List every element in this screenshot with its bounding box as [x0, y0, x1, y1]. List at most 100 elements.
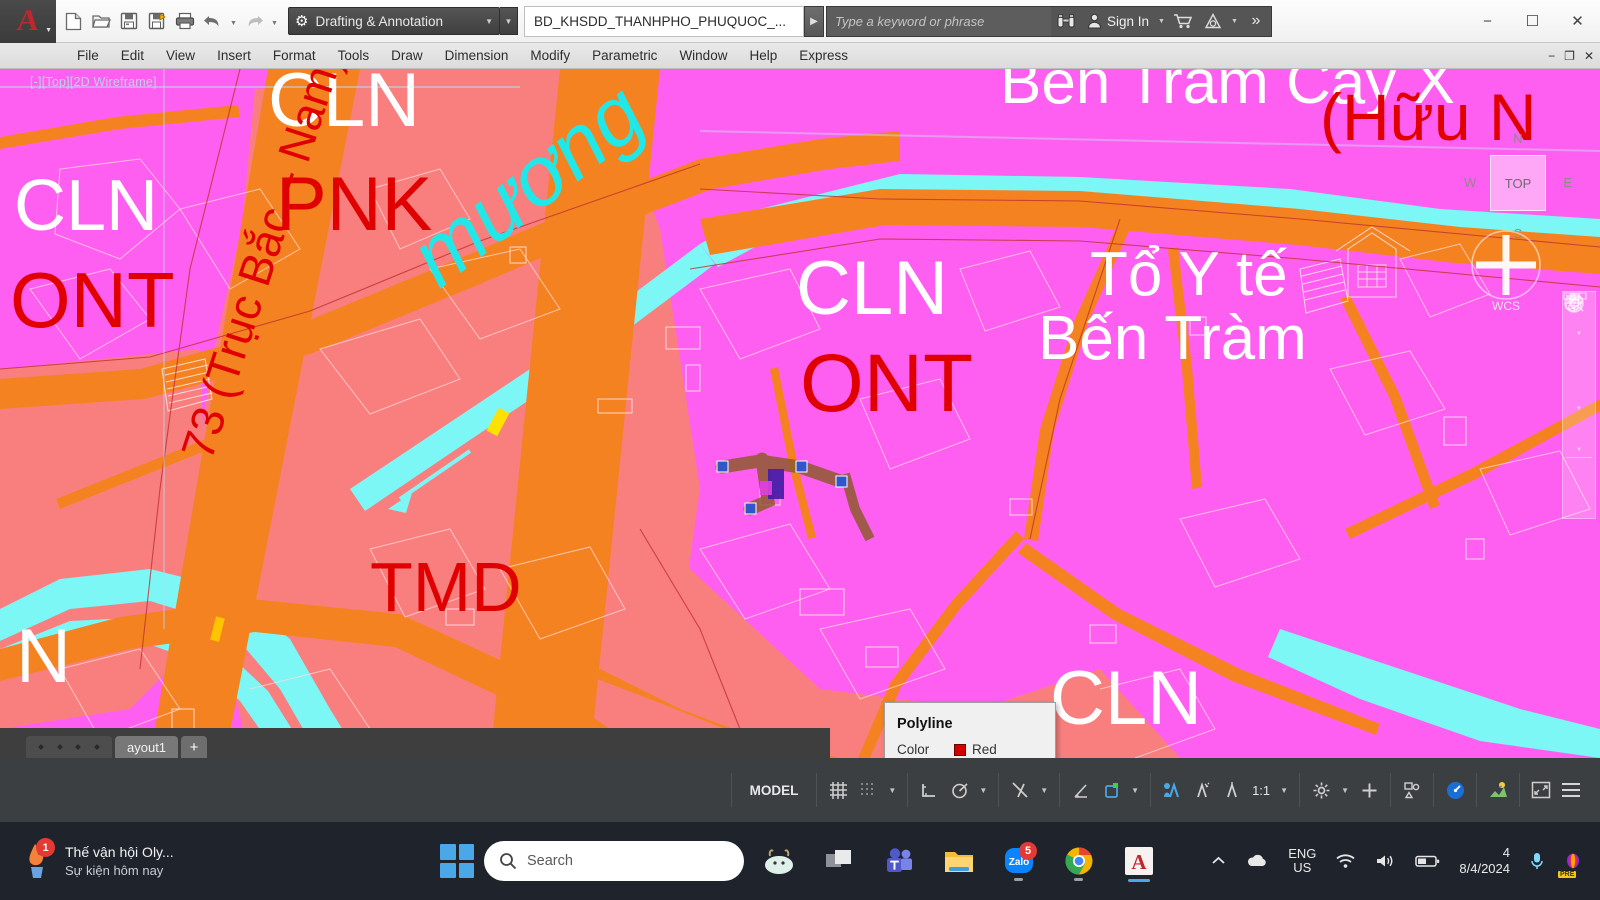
sign-in-chevron-icon[interactable]: ▼	[1155, 18, 1168, 25]
microphone-icon[interactable]	[1521, 834, 1553, 888]
maximize-button[interactable]: ☐	[1510, 0, 1555, 43]
workspace-menu-icon[interactable]: ▼	[500, 7, 518, 35]
google-chrome-icon[interactable]	[1054, 836, 1104, 886]
save-as-icon[interactable]	[144, 6, 170, 36]
dynamic-ucs-icon[interactable]	[1096, 775, 1126, 805]
clock-datetime[interactable]: 4 8/4/2024	[1451, 845, 1518, 878]
autocad-logo-button[interactable]: A ▼	[0, 0, 56, 43]
viewport-label[interactable]: [-][Top][2D Wireframe]	[30, 75, 157, 89]
menu-window[interactable]: Window	[668, 43, 738, 69]
doc-minimize-button[interactable]: −	[1548, 49, 1555, 63]
pan-hand-icon[interactable]	[1563, 294, 1595, 372]
osnap-dropdown-icon[interactable]: ▼	[1035, 786, 1053, 795]
ortho-mode-icon[interactable]	[914, 775, 944, 805]
menu-draw[interactable]: Draw	[380, 43, 434, 69]
copilot-deer-icon[interactable]	[754, 836, 804, 886]
layout-tab-layout1[interactable]: ayout1	[115, 736, 179, 758]
start-button[interactable]	[440, 844, 474, 878]
redo-arrow-icon[interactable]	[241, 6, 267, 36]
battery-icon[interactable]	[1407, 834, 1448, 888]
taskbar-search-box[interactable]: Search	[484, 841, 744, 881]
workspace-dropdown-icon[interactable]: ▼	[1336, 786, 1354, 795]
viewcube-north-label[interactable]: N	[1460, 131, 1576, 146]
menu-dimension[interactable]: Dimension	[434, 43, 520, 69]
last-layout-icon[interactable]	[93, 744, 100, 750]
customization-icon[interactable]	[1556, 775, 1586, 805]
apps-chevron-icon[interactable]: ▼	[1228, 18, 1241, 25]
object-snap-icon[interactable]	[1005, 775, 1035, 805]
menu-view[interactable]: View	[155, 43, 206, 69]
annotation-visibility-icon[interactable]	[1157, 775, 1187, 805]
doc-restore-button[interactable]: ❐	[1564, 49, 1575, 63]
expand-toolbar-icon[interactable]: »	[1241, 7, 1271, 36]
open-folder-icon[interactable]	[88, 6, 114, 36]
drawing-canvas[interactable]: [-][Top][2D Wireframe] CLN ONT CLN PNK TMD N C…	[0, 69, 1600, 758]
sign-in-button[interactable]: Sign In	[1081, 7, 1155, 36]
zoom-extents-icon[interactable]	[1563, 294, 1595, 406]
zoom-dropdown-icon[interactable]: ▼	[1576, 406, 1582, 413]
autoscale-icon[interactable]	[1187, 775, 1217, 805]
viewcube-west-label[interactable]: W	[1464, 175, 1476, 190]
undo-arrow-icon[interactable]	[200, 6, 226, 36]
model-space-button[interactable]: MODEL	[738, 783, 811, 798]
task-view-icon[interactable]	[814, 836, 864, 886]
menu-edit[interactable]: Edit	[110, 43, 155, 69]
clean-screen-icon[interactable]	[1526, 775, 1556, 805]
menu-file[interactable]: File	[66, 43, 110, 69]
close-button[interactable]: ✕	[1555, 0, 1600, 43]
polar-tracking-icon[interactable]	[944, 775, 974, 805]
autodesk-app-icon[interactable]	[1198, 7, 1228, 36]
shopping-cart-icon[interactable]	[1168, 7, 1198, 36]
workspace-selector[interactable]: ⚙ Drafting & Annotation ▼	[288, 7, 500, 35]
showmotion-icon[interactable]	[1563, 292, 1595, 495]
prezi-pre-icon[interactable]: PRE	[1556, 844, 1590, 878]
doc-close-button[interactable]: ✕	[1584, 49, 1594, 63]
redo-dropdown-icon[interactable]: ▼	[269, 6, 280, 36]
undo-dropdown-icon[interactable]: ▼	[228, 6, 239, 36]
microsoft-teams-icon[interactable]	[874, 836, 924, 886]
show-hidden-icons-chevron-icon[interactable]	[1203, 834, 1234, 888]
new-document-icon[interactable]	[60, 6, 86, 36]
annotation-scale-value[interactable]: 1:1	[1247, 783, 1275, 798]
taskbar-widget[interactable]: 1 Thế vận hội Oly... Sự kiện hôm nay	[0, 838, 174, 880]
snap-mode-icon[interactable]	[853, 775, 883, 805]
layout-nav-buttons[interactable]	[26, 736, 112, 758]
volume-icon[interactable]	[1367, 834, 1404, 888]
save-icon[interactable]	[116, 6, 142, 36]
orbit-icon[interactable]	[1563, 294, 1595, 447]
menu-insert[interactable]: Insert	[206, 43, 262, 69]
menu-express[interactable]: Express	[788, 43, 859, 69]
chevron-down-icon[interactable]: ▼	[485, 17, 493, 26]
wifi-icon[interactable]	[1327, 834, 1364, 888]
document-tab[interactable]: BD_KHSDD_THANHPHO_PHUQUOC_...	[524, 5, 804, 37]
binoculars-search-icon[interactable]	[1051, 7, 1081, 36]
next-layout-icon[interactable]	[75, 744, 82, 750]
wcs-compass[interactable]: WCS	[1458, 221, 1554, 317]
ucs-dropdown-icon[interactable]: ▼	[1126, 786, 1144, 795]
workspace-switching-icon[interactable]	[1306, 775, 1336, 805]
menu-tools[interactable]: Tools	[327, 43, 381, 69]
first-layout-icon[interactable]	[38, 744, 45, 750]
logo-chevron-down-icon[interactable]: ▼	[45, 27, 52, 34]
menu-format[interactable]: Format	[262, 43, 327, 69]
drawing-status-bar-icon[interactable]	[1483, 775, 1513, 805]
viewcube-east-label[interactable]: E	[1563, 175, 1572, 190]
orbit-dropdown-icon[interactable]: ▼	[1576, 447, 1582, 454]
scale-dropdown-icon[interactable]: ▼	[1275, 786, 1293, 795]
steering-wheel-dropdown-icon[interactable]: ▼	[1576, 331, 1582, 338]
zalo-icon[interactable]: Zalo 5	[994, 836, 1044, 886]
autocad-icon[interactable]: A	[1114, 836, 1164, 886]
search-input[interactable]	[827, 6, 1051, 36]
object-snap-tracking-icon[interactable]	[1066, 775, 1096, 805]
viewcube-top-face[interactable]: TOP	[1490, 155, 1546, 211]
hardware-acceleration-icon[interactable]	[1354, 775, 1384, 805]
menu-help[interactable]: Help	[738, 43, 788, 69]
snap-dropdown-icon[interactable]: ▼	[883, 786, 901, 795]
graphics-performance-icon[interactable]	[1440, 775, 1470, 805]
add-layout-button[interactable]: +	[181, 736, 208, 758]
annotation-scale-icon[interactable]	[1217, 775, 1247, 805]
language-indicator[interactable]: ENG US	[1280, 834, 1324, 888]
document-next-icon[interactable]: ▶	[804, 5, 824, 37]
menu-parametric[interactable]: Parametric	[581, 43, 668, 69]
isolate-objects-icon[interactable]	[1397, 775, 1427, 805]
